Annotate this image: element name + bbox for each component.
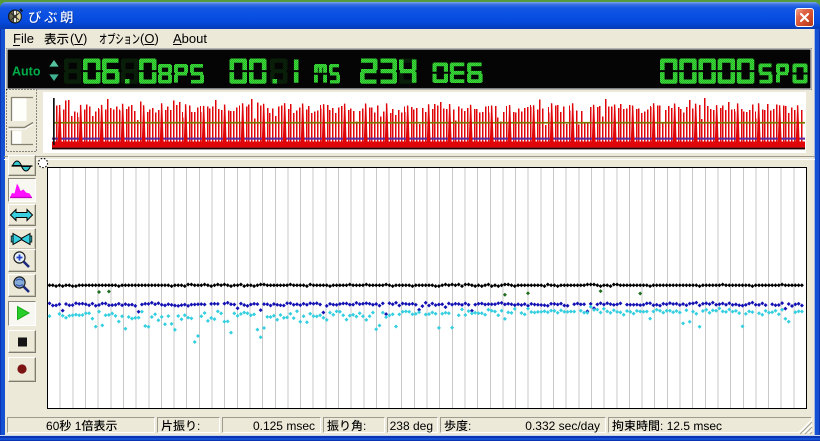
- svg-text:Auto: Auto: [12, 65, 41, 79]
